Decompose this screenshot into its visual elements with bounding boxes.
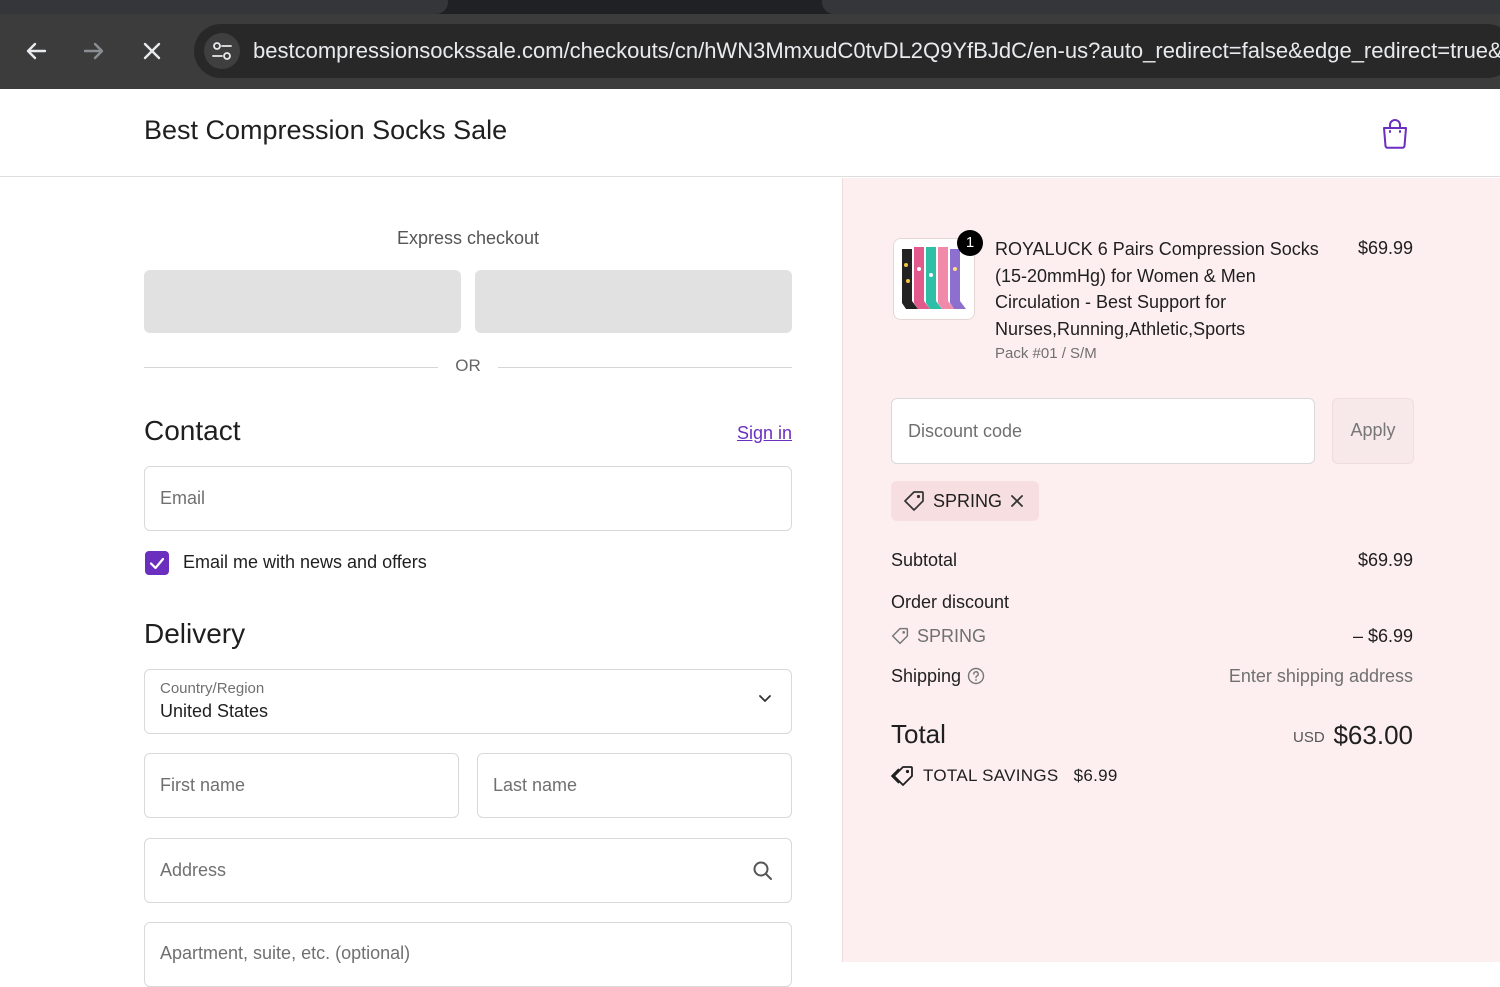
quantity-badge: 1 <box>957 230 983 256</box>
total-value: $63.00 <box>1333 720 1413 750</box>
shipping-value: Enter shipping address <box>1228 666 1413 686</box>
delivery-heading: Delivery <box>144 618 246 649</box>
total-savings-label: TOTAL SAVINGS <box>923 766 1059 785</box>
shipping-label: Shipping <box>891 666 962 686</box>
last-name-field[interactable]: Last name <box>477 753 792 818</box>
subtotal-label: Subtotal <box>891 550 958 570</box>
discount-code-placeholder: Discount code <box>908 420 1023 441</box>
checkout-form: Express checkout OR Contact Sign in Emai… <box>0 178 842 987</box>
site-settings-icon[interactable] <box>204 33 240 69</box>
news-opt-in-label[interactable]: Email me with news and offers <box>183 552 427 573</box>
first-name-placeholder: First name <box>160 775 246 795</box>
browser-toolbar: bestcompressionsockssale.com/checkouts/c… <box>0 14 1500 89</box>
express-pay-button[interactable] <box>475 270 792 333</box>
product-price: $69.99 <box>1357 238 1413 258</box>
apartment-placeholder: Apartment, suite, etc. (optional) <box>160 943 411 963</box>
apartment-field[interactable]: Apartment, suite, etc. (optional) <box>144 922 792 987</box>
stop-loading-icon[interactable] <box>137 36 167 66</box>
sign-in-link[interactable]: Sign in <box>700 423 792 444</box>
shipping-row: Shipping Enter shipping address <box>891 666 1413 687</box>
news-opt-in-checkbox[interactable] <box>145 551 169 575</box>
help-circle-icon[interactable] <box>967 667 985 685</box>
country-label: Country/Region <box>160 680 265 697</box>
url-text[interactable]: bestcompressionsockssale.com/checkouts/c… <box>253 24 1500 78</box>
tag-icon <box>903 490 925 512</box>
chevron-down-icon <box>757 690 773 706</box>
browser-tab[interactable] <box>822 0 1500 14</box>
browser-tab[interactable] <box>0 0 448 14</box>
subtotal-value: $69.99 <box>1357 550 1413 570</box>
order-discount-label: Order discount <box>891 592 1010 612</box>
subtotal-row: Subtotal $69.99 <box>891 550 1413 571</box>
applied-discount-chip: SPRING <box>891 481 1039 521</box>
country-select[interactable]: Country/Region United States <box>144 669 792 734</box>
order-discount-code: SPRING <box>917 626 987 646</box>
express-pay-button[interactable] <box>144 270 461 333</box>
address-field[interactable]: Address <box>144 838 792 903</box>
tags-icon <box>891 765 915 787</box>
product-variant: Pack #01 / S/M <box>995 345 1097 362</box>
last-name-placeholder: Last name <box>493 775 578 795</box>
total-label: Total <box>891 719 946 749</box>
back-arrow-icon[interactable] <box>21 36 51 66</box>
or-label: OR <box>455 356 481 375</box>
total-savings-value: $6.99 <box>1073 766 1118 785</box>
email-placeholder: Email <box>160 488 206 508</box>
or-divider: OR <box>144 356 792 380</box>
order-discount-code-row: SPRING – $6.99 <box>891 626 1413 647</box>
store-header: Best Compression Socks Sale <box>0 89 1500 177</box>
shopping-bag-icon[interactable] <box>1380 117 1410 149</box>
order-discount-value: – $6.99 <box>1352 626 1413 646</box>
express-checkout-label: Express checkout <box>396 228 540 248</box>
search-icon <box>751 859 775 883</box>
remove-discount-icon[interactable] <box>1007 491 1027 511</box>
tag-icon <box>891 627 909 645</box>
email-field[interactable]: Email <box>144 466 792 531</box>
discount-code-input[interactable]: Discount code <box>891 398 1315 464</box>
total-currency: USD <box>1293 729 1325 746</box>
address-placeholder: Address <box>160 860 227 880</box>
store-title[interactable]: Best Compression Socks Sale <box>144 115 507 146</box>
first-name-field[interactable]: First name <box>144 753 459 818</box>
order-discount-row: Order discount <box>891 592 1413 613</box>
applied-discount-code: SPRING <box>933 491 1003 511</box>
country-value: United States <box>160 701 269 721</box>
forward-arrow-icon[interactable] <box>79 36 109 66</box>
order-summary: 1 ROYALUCK 6 Pairs Compression Socks (15… <box>842 178 1500 962</box>
checkmark-icon <box>149 557 165 570</box>
address-bar[interactable]: bestcompressionsockssale.com/checkouts/c… <box>194 24 1500 78</box>
browser-tabstrip <box>0 0 1500 14</box>
apply-discount-button[interactable]: Apply <box>1332 398 1414 464</box>
product-name: ROYALUCK 6 Pairs Compression Socks (15-2… <box>995 239 1319 339</box>
contact-heading: Contact <box>144 415 241 446</box>
